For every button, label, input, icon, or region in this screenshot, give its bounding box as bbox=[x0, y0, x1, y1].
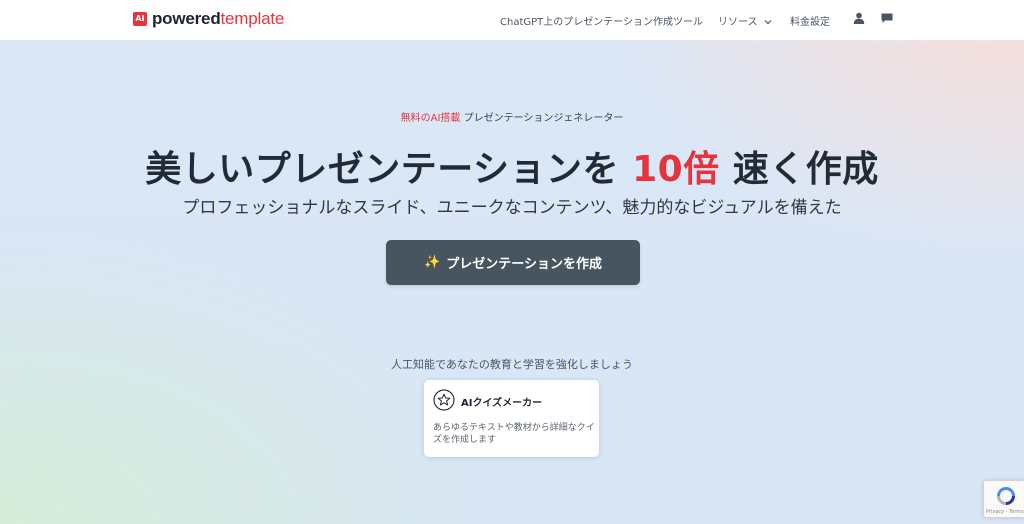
star-badge-icon bbox=[433, 389, 455, 411]
eyebrow-rest: プレゼンテーションジェネレーター bbox=[460, 113, 624, 124]
logo-mark-icon: AI bbox=[133, 12, 147, 26]
headline-part-1: 美しいプレゼンテーションを bbox=[145, 149, 633, 190]
headline-accent: 10倍 bbox=[632, 149, 720, 190]
nav-link-chatgpt-tool[interactable]: ChatGPT上のプレゼンテーション作成ツール bbox=[500, 13, 703, 28]
recaptcha-badge[interactable]: Privacy - Terms bbox=[983, 480, 1024, 518]
card-description: あらゆるテキストや教材から詳細なクイズを作成します bbox=[433, 423, 595, 445]
sparkles-icon: ✨ bbox=[424, 255, 441, 270]
hero-subheading: プロフェッショナルなスライド、ユニークなコンテンツ、魅力的なビジュアルを備えた bbox=[182, 198, 842, 218]
recaptcha-footer: Privacy - Terms bbox=[986, 509, 1024, 515]
nav-link-pricing[interactable]: 料金設定 bbox=[790, 13, 830, 28]
tools-caption: 人工知能であなたの教育と学習を強化しましょう bbox=[391, 358, 633, 371]
chat-icon[interactable] bbox=[881, 13, 893, 24]
user-icon[interactable] bbox=[853, 12, 865, 24]
nav-resources-label: リソース bbox=[718, 17, 758, 28]
eyebrow-accent: 無料のAI搭載 bbox=[400, 113, 461, 124]
brand-name: poweredtemplate bbox=[152, 9, 284, 29]
brand-logo[interactable]: AI poweredtemplate bbox=[133, 9, 284, 29]
ai-quiz-maker-card[interactable]: AIクイズメーカー あらゆるテキストや教材から詳細なクイズを作成します bbox=[424, 380, 599, 457]
card-title: AIクイズメーカー bbox=[461, 398, 543, 409]
hero-eyebrow: 無料のAI搭載 プレゼンテーションジェネレーター bbox=[0, 109, 1024, 124]
brand-name-light: template bbox=[220, 9, 285, 28]
nav-link-resources[interactable]: リソース bbox=[718, 13, 772, 28]
create-presentation-button[interactable]: ✨ プレゼンテーションを作成 bbox=[386, 240, 640, 285]
brand-name-bold: powered bbox=[152, 9, 221, 28]
recaptcha-icon bbox=[997, 487, 1015, 505]
hero-headline: 美しいプレゼンテーションを 10倍 速く作成 bbox=[0, 140, 1024, 192]
headline-part-2: 速く作成 bbox=[719, 149, 879, 190]
chevron-down-icon bbox=[764, 20, 772, 25]
top-navbar: AI poweredtemplate ChatGPT上のプレゼンテーション作成ツ… bbox=[0, 0, 1024, 41]
create-presentation-label: プレゼンテーションを作成 bbox=[446, 257, 602, 272]
